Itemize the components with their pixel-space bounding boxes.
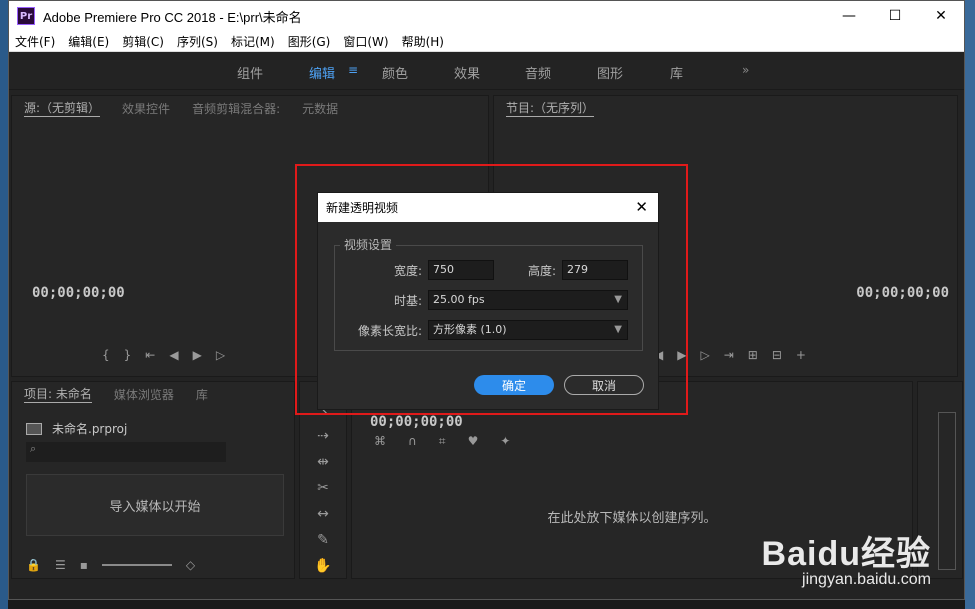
icon-view-icon[interactable]: ▪ xyxy=(80,558,88,572)
project-search-input[interactable]: ⌕ xyxy=(26,442,226,462)
program-timecode: 00;00;00;00 xyxy=(856,285,949,301)
menu-edit[interactable]: 编辑(E) xyxy=(68,33,109,50)
nest-icon[interactable]: ⌘ xyxy=(374,434,386,449)
tab-effect-controls[interactable]: 效果控件 xyxy=(122,100,170,117)
height-label: 高度: xyxy=(527,264,556,278)
play-icon[interactable]: ▶ xyxy=(193,348,202,362)
watermark-brand: Baidu经验 xyxy=(761,535,931,573)
extract-icon[interactable]: ⊟ xyxy=(772,348,782,362)
workspace-tab-graphics[interactable]: 图形 xyxy=(597,63,623,82)
pixel-aspect-value: 方形像素 (1.0) xyxy=(433,323,507,336)
watermark-url: jingyan.baidu.com xyxy=(802,571,931,588)
dialog-title-bar: 新建透明视频 ✕ xyxy=(318,193,658,222)
tab-audio-clip-mixer[interactable]: 音频剪辑混合器: xyxy=(192,100,280,117)
video-settings-label: 视频设置 xyxy=(340,236,397,253)
ok-button[interactable]: 确定 xyxy=(474,375,554,395)
tab-source[interactable]: 源:（无剪辑） xyxy=(24,99,101,117)
tab-project[interactable]: 项目: 未命名 xyxy=(24,385,92,403)
menu-bar: 文件(F) 编辑(E) 剪辑(C) 序列(S) 标记(M) 图形(G) 窗口(W… xyxy=(9,31,964,52)
tab-program[interactable]: 节目:（无序列） xyxy=(506,99,595,117)
add-marker-icon[interactable]: ♥ xyxy=(468,434,479,449)
desktop-edge-right xyxy=(965,0,975,609)
settings-wrench-icon[interactable]: ✦ xyxy=(500,434,510,449)
minimize-button[interactable]: — xyxy=(826,1,872,31)
pixel-aspect-label: 像素长宽比: xyxy=(357,324,422,338)
hand-tool-icon[interactable]: ✋ xyxy=(314,558,331,574)
go-to-in-icon[interactable]: ⇤ xyxy=(145,348,155,362)
timebase-value: 25.00 fps xyxy=(433,293,485,306)
menu-graphics[interactable]: 图形(G) xyxy=(288,33,331,50)
baidu-watermark: Baidu经验 jingyan.baidu.com xyxy=(762,526,931,589)
menu-window[interactable]: 窗口(W) xyxy=(343,33,388,50)
dialog-title: 新建透明视频 xyxy=(326,201,399,215)
snap-icon[interactable]: ∩ xyxy=(408,434,417,449)
close-button[interactable]: ✕ xyxy=(918,1,964,31)
desktop-edge-left xyxy=(0,0,8,609)
timebase-select[interactable]: 25.00 fps ▼ xyxy=(428,290,628,310)
workspace-bar: 组件 编辑 ≡ 颜色 效果 音频 图形 库 » xyxy=(9,52,964,90)
sort-icon[interactable]: ◇ xyxy=(186,558,195,572)
step-forward-icon[interactable]: ▷ xyxy=(216,348,225,362)
workspace-tab-editing[interactable]: 编辑 xyxy=(309,63,335,82)
go-to-out-icon[interactable]: ⇥ xyxy=(724,348,734,362)
chevron-down-icon: ▼ xyxy=(614,294,622,305)
cancel-button[interactable]: 取消 xyxy=(564,375,644,395)
import-media-zone[interactable]: 导入媒体以开始 xyxy=(26,474,284,536)
workspace-menu-icon[interactable]: ≡ xyxy=(348,63,358,77)
list-view-icon[interactable]: ☰ xyxy=(55,558,66,572)
timeline-timecode: 00;00;00;00 xyxy=(370,414,463,430)
project-file-name: 未命名.prproj xyxy=(52,422,128,436)
tab-media-browser[interactable]: 媒体浏览器 xyxy=(114,386,174,403)
title-bar: Pr Adobe Premiere Pro CC 2018 - E:\prr\未… xyxy=(9,1,964,31)
tab-metadata[interactable]: 元数据 xyxy=(302,100,338,117)
menu-markers[interactable]: 标记(M) xyxy=(231,33,275,50)
tab-libraries[interactable]: 库 xyxy=(196,386,208,403)
add-button-icon[interactable]: + xyxy=(796,348,806,362)
ripple-edit-tool-icon[interactable]: ⇹ xyxy=(317,454,329,470)
workspace-tab-assembly[interactable]: 组件 xyxy=(237,63,263,82)
linked-selection-icon[interactable]: ⌗ xyxy=(439,434,446,449)
width-label: 宽度: xyxy=(393,264,422,278)
razor-tool-icon[interactable]: ✂ xyxy=(317,480,329,496)
workspace-tab-libraries[interactable]: 库 xyxy=(670,63,683,82)
timebase-label: 时基: xyxy=(393,294,422,308)
step-forward-icon[interactable]: ▷ xyxy=(700,348,709,362)
lock-icon[interactable]: 🔒 xyxy=(26,558,41,572)
workspace-tab-audio[interactable]: 音频 xyxy=(525,63,551,82)
mark-in-icon[interactable]: { xyxy=(102,348,110,362)
zoom-slider[interactable] xyxy=(101,564,172,566)
premiere-logo-icon: Pr xyxy=(17,7,35,25)
project-file-row[interactable]: 未命名.prproj xyxy=(26,420,127,437)
source-timecode: 00;00;00;00 xyxy=(32,285,125,301)
menu-file[interactable]: 文件(F) xyxy=(15,33,55,50)
menu-sequence[interactable]: 序列(S) xyxy=(177,33,218,50)
lift-icon[interactable]: ⊞ xyxy=(748,348,758,362)
slip-tool-icon[interactable]: ↔ xyxy=(317,506,329,522)
workspace-tab-color[interactable]: 颜色 xyxy=(382,63,408,82)
maximize-button[interactable]: ☐ xyxy=(872,1,918,31)
dialog-close-icon[interactable]: ✕ xyxy=(635,198,648,216)
height-input[interactable]: 279 xyxy=(562,260,628,280)
timeline-drop-text: 在此处放下媒体以创建序列。 xyxy=(547,510,717,526)
new-transparent-video-dialog: 新建透明视频 ✕ 视频设置 宽度: 750 高度: 279 时基: 25.00 … xyxy=(317,192,659,410)
project-file-icon xyxy=(26,422,42,435)
pixel-aspect-select[interactable]: 方形像素 (1.0) ▼ xyxy=(428,320,628,340)
pen-tool-icon[interactable]: ✎ xyxy=(317,532,329,548)
workspace-tab-effects[interactable]: 效果 xyxy=(454,63,480,82)
mark-out-icon[interactable]: } xyxy=(124,348,132,362)
audio-meter-bar xyxy=(938,412,956,570)
import-media-text: 导入媒体以开始 xyxy=(109,499,201,515)
window-title: Adobe Premiere Pro CC 2018 - E:\prr\未命名 xyxy=(43,9,302,25)
track-select-tool-icon[interactable]: ⇢ xyxy=(317,428,329,444)
menu-help[interactable]: 帮助(H) xyxy=(402,33,444,50)
step-back-icon[interactable]: ◀ xyxy=(169,348,178,362)
project-panel: 项目: 未命名 媒体浏览器 库 未命名.prproj ⌕ 导入媒体以开始 🔒 ☰… xyxy=(11,381,295,579)
menu-clip[interactable]: 剪辑(C) xyxy=(122,33,164,50)
chevron-down-icon: ▼ xyxy=(614,324,622,335)
workspace-overflow-icon[interactable]: » xyxy=(742,63,749,77)
width-input[interactable]: 750 xyxy=(428,260,494,280)
